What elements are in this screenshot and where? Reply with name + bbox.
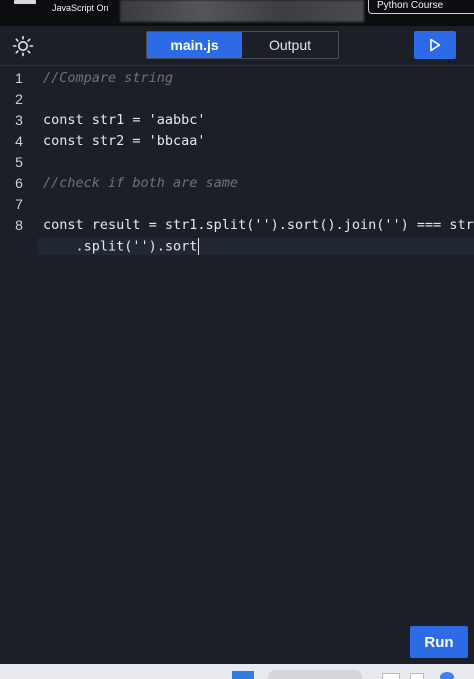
line-number: 1 <box>15 69 23 86</box>
course-link-right-label: Python Course <box>377 0 444 11</box>
line-number: 4 <box>15 132 23 149</box>
code-editor[interactable]: 1 //Compare string 2 3 const str1 = 'aab… <box>0 66 474 626</box>
code-text: const str2 = 'bbcaa' <box>43 132 206 149</box>
code-line: 3 const str1 = 'aabbc' <box>0 109 474 130</box>
tab-output[interactable]: Output <box>242 32 338 58</box>
text-caret <box>198 238 200 255</box>
windows-start-icon[interactable] <box>232 671 254 679</box>
file-tabs: main.js Output <box>146 31 339 59</box>
code-line: 5 <box>0 151 474 172</box>
continuation-text: .split('').sort <box>43 238 198 255</box>
code-line: 7 <box>0 193 474 214</box>
play-button[interactable] <box>414 31 456 59</box>
os-taskbar <box>0 664 474 679</box>
taskbar-browser-icon[interactable] <box>440 672 454 679</box>
menu-icon[interactable] <box>14 0 36 4</box>
code-text-continuation: .split('').sort <box>38 238 474 255</box>
code-line: 2 <box>0 88 474 109</box>
code-line: 4 const str2 = 'bbcaa' <box>0 130 474 151</box>
line-number: 2 <box>15 90 23 107</box>
code-line: 6 //check if both are same <box>0 172 474 193</box>
taskbar-search[interactable] <box>268 670 362 679</box>
blurred-banner <box>120 0 364 22</box>
line-number: 3 <box>15 111 23 128</box>
sun-icon[interactable] <box>12 35 34 57</box>
line-number: 6 <box>15 174 23 191</box>
play-icon <box>430 38 441 52</box>
line-number: 7 <box>15 195 23 212</box>
taskbar-app-icon[interactable] <box>382 673 400 679</box>
code-line: 1 //Compare string <box>0 67 474 88</box>
tab-main-js[interactable]: main.js <box>147 32 242 58</box>
run-button[interactable]: Run <box>410 626 468 658</box>
course-link-right[interactable]: Python Course <box>368 0 474 14</box>
code-text: const str1 = 'aabbc' <box>43 111 206 128</box>
code-line-continuation: .split('').sort <box>0 236 474 257</box>
code-text: //check if both are same <box>43 174 239 191</box>
editor-toolbar: main.js Output <box>0 26 474 66</box>
line-number: 5 <box>15 153 23 170</box>
taskbar-app-icon[interactable] <box>410 673 424 679</box>
course-link-left[interactable]: JavaScript On <box>52 3 109 13</box>
line-number: 8 <box>15 216 23 233</box>
code-text: //Compare string <box>43 69 174 86</box>
code-text: const result = str1.split('').sort().joi… <box>43 216 474 233</box>
site-header: JavaScript On Python Course <box>0 0 474 26</box>
code-line: 8 const result = str1.split('').sort().j… <box>0 214 474 235</box>
